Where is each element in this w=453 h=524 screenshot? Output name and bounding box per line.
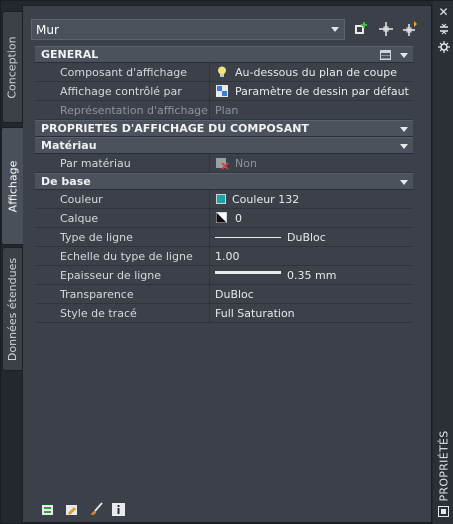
info-icon[interactable] <box>111 502 126 517</box>
property-row[interactable]: Calque 0 <box>35 209 413 228</box>
property-value[interactable]: 0 <box>210 209 413 227</box>
property-row[interactable]: Représentation d'affichage Plan <box>35 101 413 120</box>
chevron-down-icon <box>331 27 339 32</box>
property-name: Type de ligne <box>52 228 210 246</box>
property-row[interactable]: Par matériau Non <box>35 154 413 173</box>
row-gutter <box>35 63 52 81</box>
linetype-sample <box>215 236 281 238</box>
property-name: Calque <box>52 209 210 227</box>
property-value-text: Non <box>235 156 257 170</box>
palette-menu-icon[interactable] <box>435 506 452 520</box>
tab-affichage[interactable]: Affichage <box>1 127 23 245</box>
row-gutter <box>35 228 52 246</box>
property-name: Echelle du type de ligne <box>52 247 210 265</box>
property-row[interactable]: Style de tracé Full Saturation <box>35 304 413 323</box>
row-gutter <box>35 304 52 322</box>
table-view-icon[interactable] <box>380 50 391 60</box>
paintbrush-icon[interactable] <box>89 502 104 517</box>
property-grid: GENERAL Composant d'affichage Au-dessous… <box>35 46 413 323</box>
color-swatch <box>216 194 226 204</box>
category-title: De base <box>41 175 91 188</box>
collapse-icon[interactable] <box>400 144 408 149</box>
quick-select-icon[interactable] <box>353 20 371 38</box>
tab-label: Données étendues <box>6 257 19 361</box>
property-row[interactable]: Epaisseur de ligne 0.35 mm <box>35 266 413 285</box>
property-name: Représentation d'affichage <box>52 101 210 119</box>
select-objects-icon[interactable] <box>377 20 395 38</box>
pickadd-toggle-icon[interactable] <box>401 20 419 38</box>
row-gutter <box>35 154 52 172</box>
collapse-icon[interactable] <box>400 53 408 58</box>
row-gutter <box>35 247 52 265</box>
property-value-text: Paramètre de dessin par défaut <box>235 84 409 98</box>
category-basic[interactable]: De base <box>35 173 413 190</box>
property-value: Plan <box>210 101 413 119</box>
palette-title: PROPRIÉTÉS <box>436 430 452 502</box>
property-row[interactable]: Type de ligne DuBloc <box>35 228 413 247</box>
property-value-text: 0.35 mm <box>287 268 337 282</box>
property-value-text: DuBloc <box>287 230 326 244</box>
palette-title-text: PROPRIÉTÉS <box>437 430 451 502</box>
property-name: Par matériau <box>52 154 210 172</box>
settings-icon[interactable] <box>435 41 452 55</box>
material-icon <box>216 158 229 170</box>
properties-palette: Conception Affichage Données étendues Mu… <box>0 0 453 524</box>
category-title: GENERAL <box>41 48 99 61</box>
tab-conception[interactable]: Conception <box>2 11 22 123</box>
property-row[interactable]: Transparence DuBloc <box>35 285 413 304</box>
property-name: Composant d'affichage <box>52 63 210 81</box>
tab-strip: Conception Affichage Données étendues <box>1 5 23 524</box>
property-value[interactable]: 1.00 <box>210 247 413 265</box>
property-name: Style de tracé <box>52 304 210 322</box>
property-value[interactable]: DuBloc <box>210 285 413 303</box>
property-value-text: Couleur 132 <box>232 192 300 206</box>
row-gutter <box>35 285 52 303</box>
property-row[interactable]: Affichage contrôlé par Paramètre de dess… <box>35 82 413 101</box>
property-value[interactable]: Au-dessous du plan de coupe <box>210 63 413 81</box>
property-value[interactable]: Couleur 132 <box>210 190 413 208</box>
property-value-text: 0 <box>235 211 242 225</box>
property-name: Transparence <box>52 285 210 303</box>
drawing-settings-icon <box>216 85 228 97</box>
collapse-icon[interactable] <box>400 180 408 185</box>
lineweight-sample <box>215 270 281 274</box>
property-name: Epaisseur de ligne <box>52 266 210 284</box>
row-gutter <box>35 266 52 284</box>
close-icon[interactable]: ✕ <box>435 5 452 19</box>
property-row[interactable]: Composant d'affichage Au-dessous du plan… <box>35 63 413 82</box>
category-general[interactable]: GENERAL <box>35 46 413 63</box>
property-name: Affichage contrôlé par <box>52 82 210 100</box>
property-row[interactable]: Couleur Couleur 132 <box>35 190 413 209</box>
tab-label: Conception <box>6 35 20 99</box>
property-row[interactable]: Echelle du type de ligne 1.00 <box>35 247 413 266</box>
tab-label: Affichage <box>6 160 20 212</box>
display-properties-icon[interactable] <box>65 502 80 517</box>
property-value[interactable]: Paramètre de dessin par défaut <box>210 82 413 100</box>
row-gutter <box>35 101 52 119</box>
property-value[interactable]: 0.35 mm <box>210 266 413 284</box>
object-type-dropdown[interactable]: Mur <box>31 19 345 40</box>
property-value[interactable]: DuBloc <box>210 228 413 246</box>
tab-donnees-etendues[interactable]: Données étendues <box>2 247 22 371</box>
properties-panel: Mur GENERAL Composant d'affichage Au-des… <box>22 5 432 523</box>
layer-icon <box>216 212 227 223</box>
palette-title-bar: ✕ PROPRIÉTÉS <box>433 1 453 524</box>
auto-hide-icon[interactable] <box>435 23 452 37</box>
object-type-value: Mur <box>36 22 59 37</box>
category-title: PROPRIETES D'AFFICHAGE DU COMPOSANT <box>41 122 309 135</box>
collapse-icon[interactable] <box>400 127 408 132</box>
bulb-icon <box>218 66 226 77</box>
row-gutter <box>35 82 52 100</box>
category-material[interactable]: Matériau <box>35 137 413 154</box>
property-value[interactable]: Full Saturation <box>210 304 413 322</box>
row-gutter <box>35 190 52 208</box>
property-value[interactable]: Non <box>210 154 413 172</box>
category-title: Matériau <box>41 139 97 152</box>
category-component-display-properties[interactable]: PROPRIETES D'AFFICHAGE DU COMPOSANT <box>35 120 413 137</box>
property-name: Couleur <box>52 190 210 208</box>
edit-style-icon[interactable] <box>41 502 56 517</box>
row-gutter <box>35 209 52 227</box>
property-value-text: Au-dessous du plan de coupe <box>235 65 398 79</box>
